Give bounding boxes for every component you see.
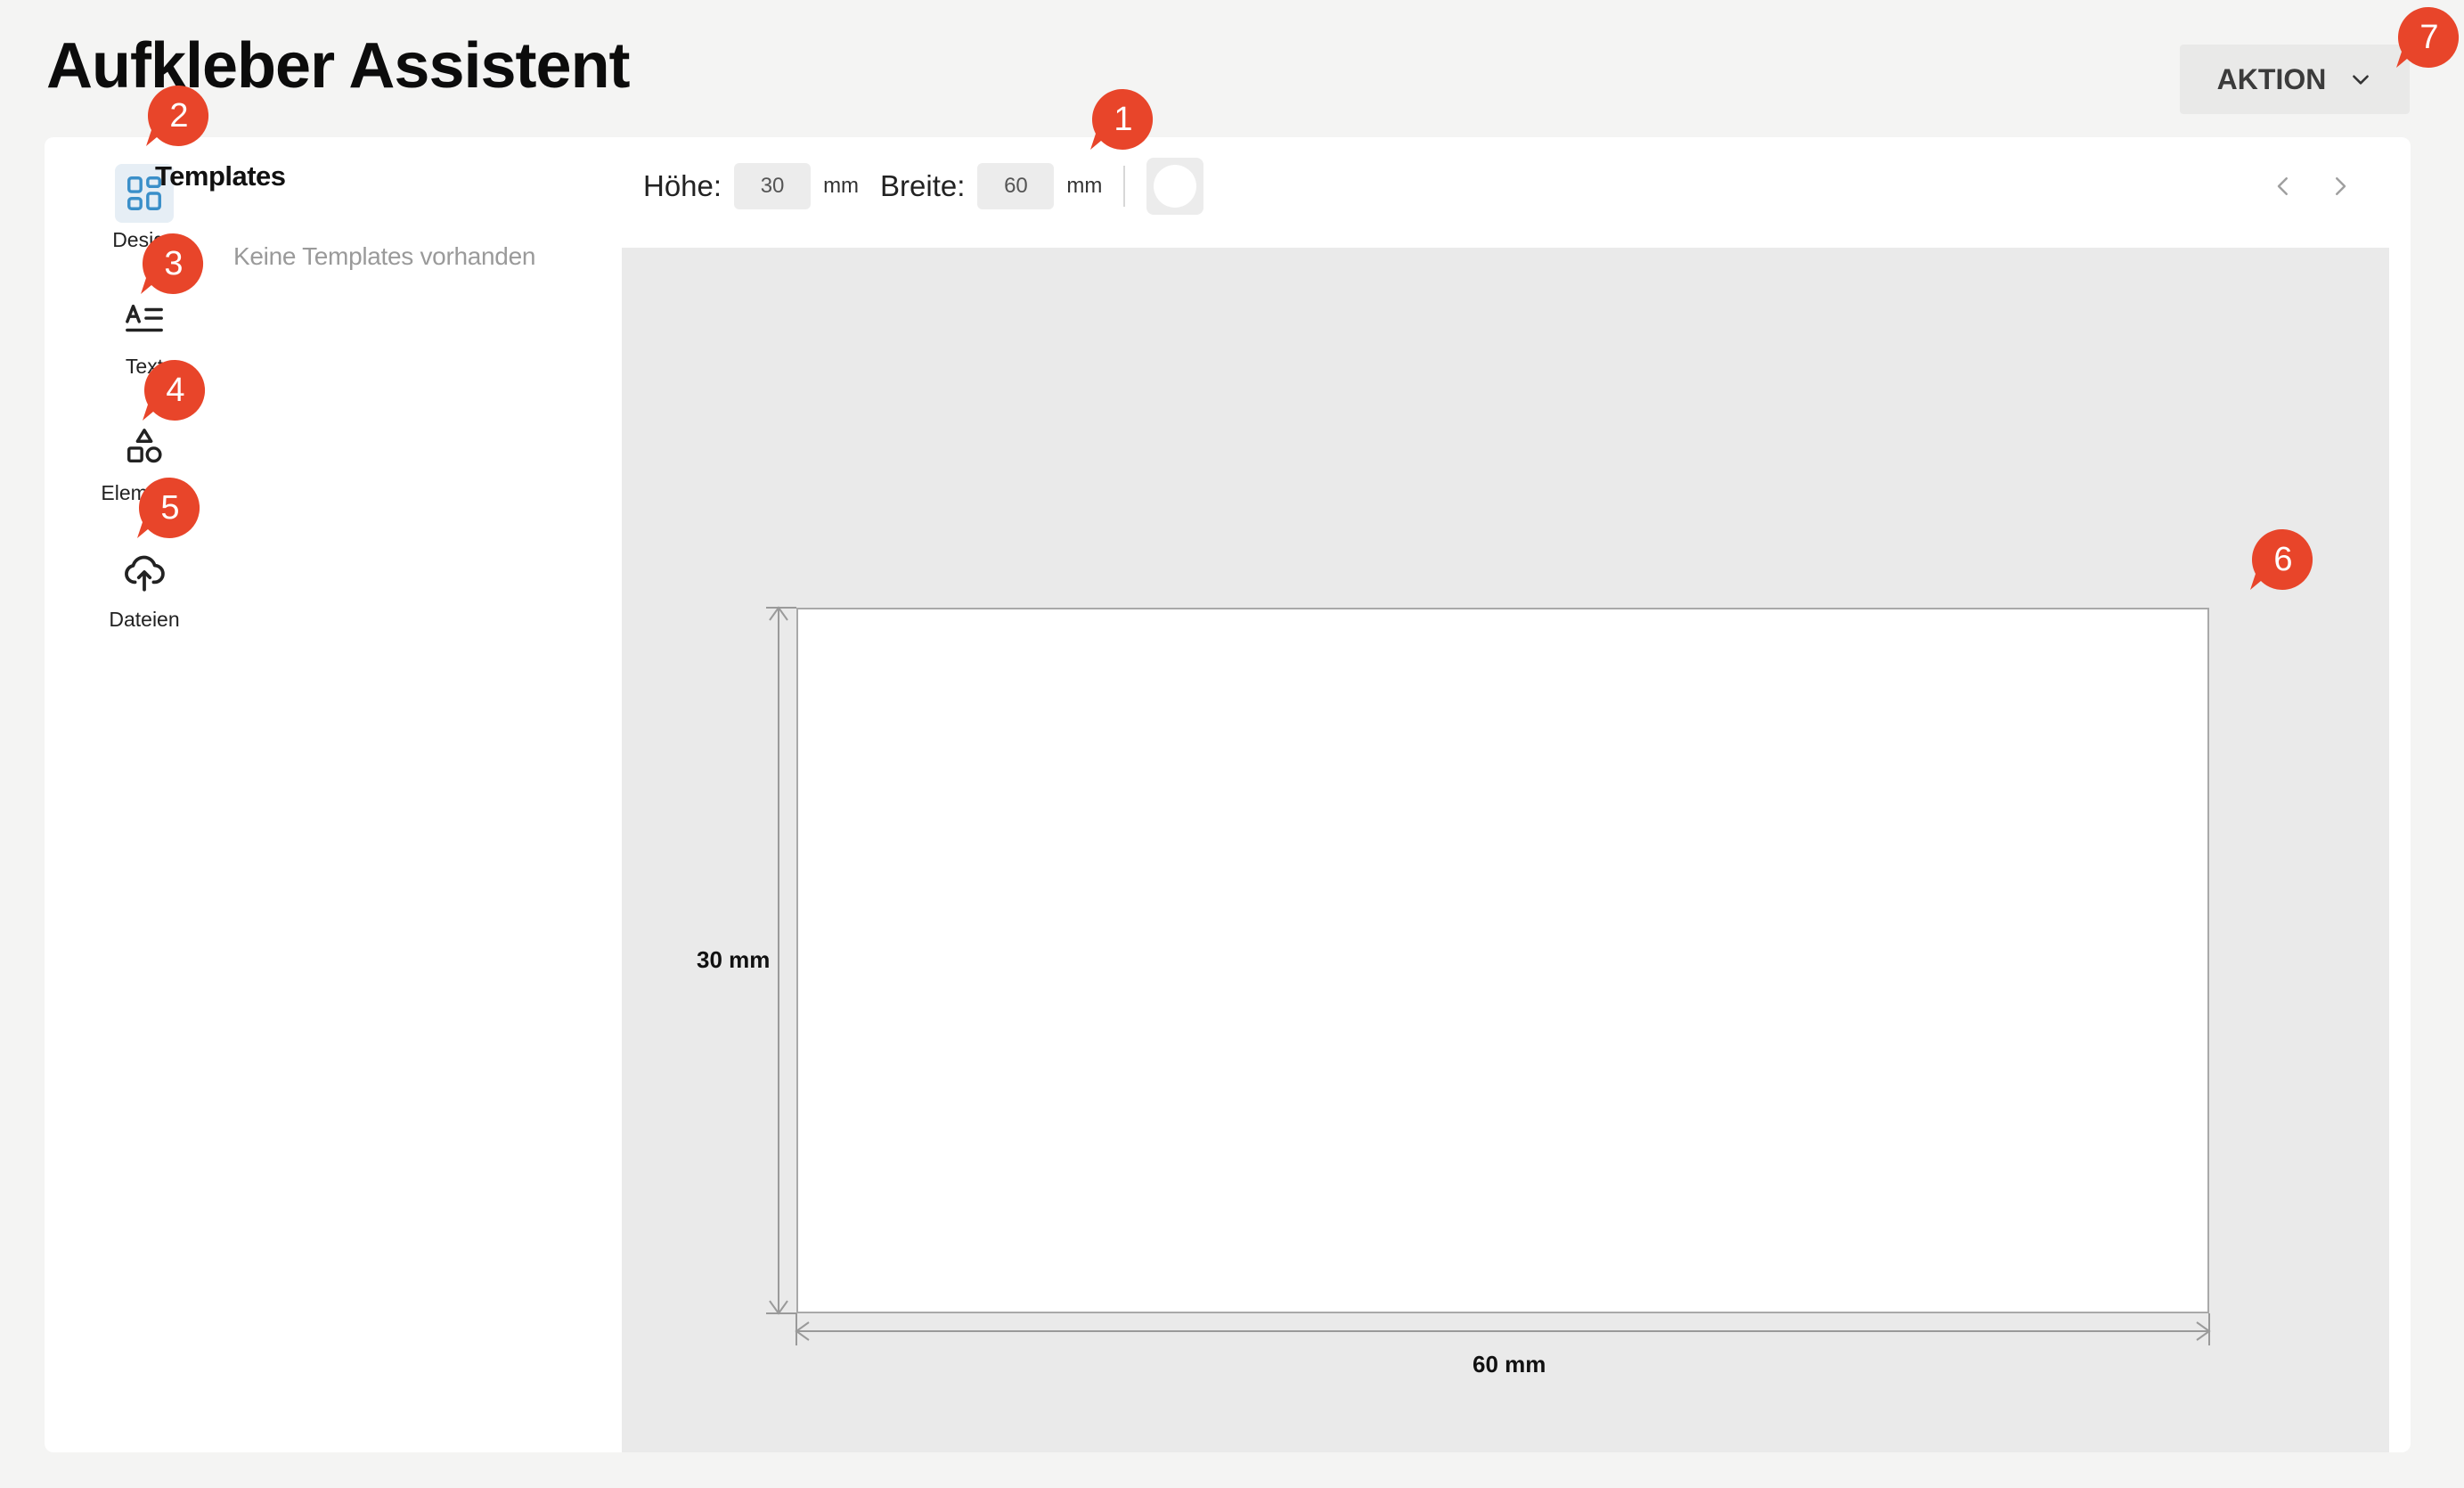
dimension-toolbar: Höhe: mm Breite: mm <box>643 158 1204 215</box>
height-label: Höhe: <box>643 169 722 202</box>
page-title: Aufkleber Assistent <box>46 30 631 102</box>
circle-shape-icon <box>1154 165 1197 208</box>
chevron-left-icon[interactable] <box>2270 173 2297 200</box>
height-unit: mm <box>823 174 860 198</box>
width-dimension-label: 60 mm <box>1473 1351 1546 1378</box>
annotation-marker-7: 7 <box>2395 5 2464 69</box>
height-dimension-label: 30 mm <box>697 946 771 973</box>
action-menu-button[interactable]: AKTION <box>2180 45 2410 114</box>
sidebar-item-files[interactable]: Dateien <box>82 544 207 632</box>
annotation-marker-1: 1 <box>1089 87 1158 151</box>
text-format-icon <box>115 290 174 349</box>
height-input[interactable] <box>734 163 812 209</box>
shape-circle-button[interactable] <box>1146 158 1204 215</box>
width-label: Breite: <box>880 169 966 202</box>
shapes-icon <box>115 417 174 476</box>
toolbar-divider <box>1123 166 1126 207</box>
annotation-marker-5: 5 <box>135 476 205 540</box>
width-input[interactable] <box>977 163 1055 209</box>
chevron-right-icon[interactable] <box>2327 173 2354 200</box>
templates-empty-message: Keine Templates vorhanden <box>233 242 536 270</box>
editor-panel: Design Text Elemente <box>45 137 2411 1452</box>
annotation-marker-2: 2 <box>144 84 214 148</box>
sidebar-item-label: Dateien <box>109 608 180 631</box>
annotation-marker-6: 6 <box>2248 527 2318 592</box>
width-unit: mm <box>1066 174 1103 198</box>
templates-heading: Templates <box>155 160 286 192</box>
sticker-label-area[interactable] <box>796 608 2209 1313</box>
annotation-marker-4: 4 <box>141 358 210 422</box>
design-canvas[interactable]: 30 mm 60 mm <box>622 248 2389 1452</box>
cloud-upload-icon <box>115 544 174 602</box>
action-menu-label: AKTION <box>2216 62 2327 95</box>
annotation-marker-3: 3 <box>139 232 208 296</box>
chevron-down-icon <box>2353 75 2370 85</box>
